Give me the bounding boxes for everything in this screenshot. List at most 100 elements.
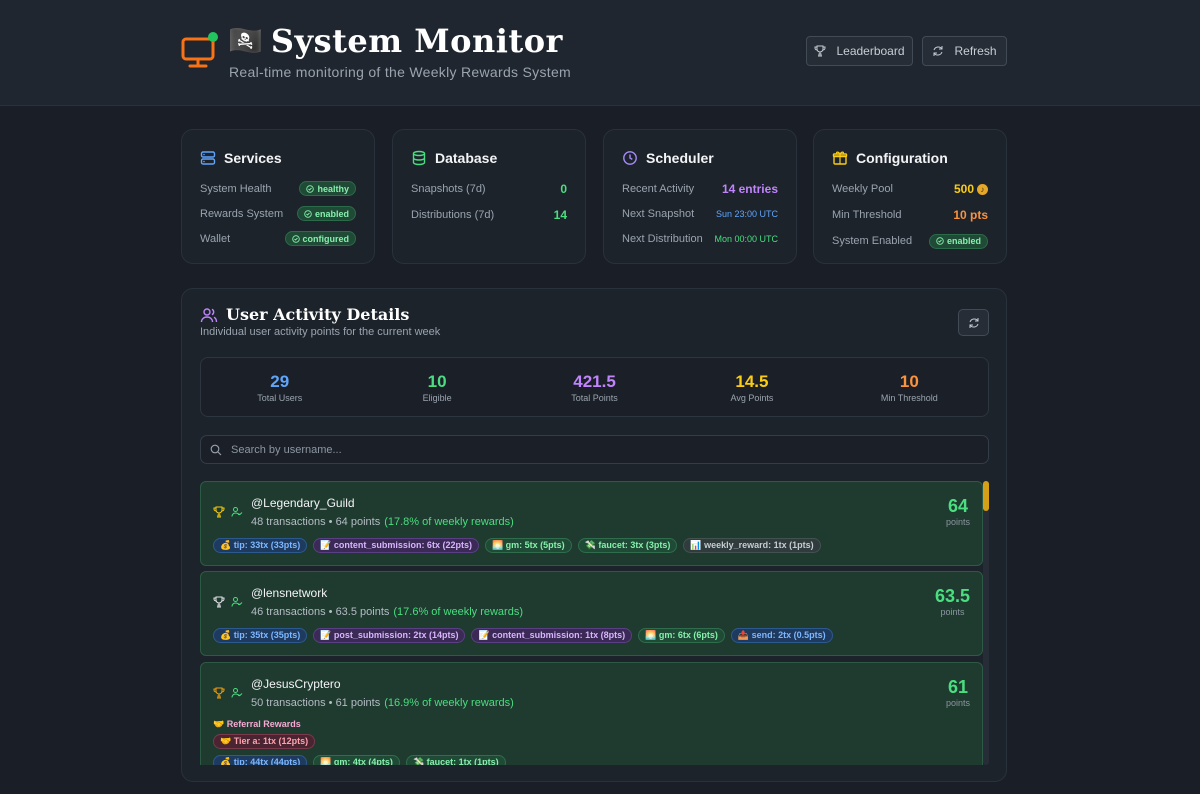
activity-tags: 💰 tip: 44tx (44pts) 🌅 gm: 4tx (4pts) 💸 f…	[213, 755, 506, 765]
trophy-icon	[213, 506, 225, 518]
user-icons	[213, 687, 243, 699]
row-label: Next Snapshot	[622, 207, 695, 220]
top-header: 🏴‍☠️ System Monitor Real-time monitoring…	[0, 0, 1200, 106]
row-label: Recent Activity	[622, 182, 695, 195]
user-points: 64 points	[946, 496, 970, 527]
activity-subtitle: Individual user activity points for the …	[200, 326, 441, 338]
username: @lensnetwork	[251, 586, 328, 600]
database-icon	[412, 150, 426, 166]
leaderboard-button[interactable]: Leaderboard	[806, 36, 913, 66]
search-input[interactable]	[231, 443, 931, 456]
user-card[interactable]: @JesusCryptero 50 transactions • 61 poin…	[200, 662, 983, 765]
activity-tag: 💸 faucet: 3tx (3pts)	[577, 538, 678, 553]
row-label: System Enabled	[832, 235, 913, 247]
user-points-unit: points	[945, 698, 970, 708]
user-icons	[213, 506, 243, 518]
stat-value: 29	[270, 372, 290, 391]
stat-label: Total Users	[257, 393, 303, 403]
refresh-icon	[969, 317, 978, 328]
trophy-icon	[814, 45, 826, 57]
coin-icon: ♪	[977, 183, 988, 195]
stat-value: 10	[427, 372, 447, 391]
status-badge-text: enabled	[946, 236, 981, 246]
scheduler-row-snapshot: Next Snapshot Sun 23:00 UTC	[622, 201, 778, 226]
activity-tag: 🌅 gm: 5tx (5pts)	[484, 538, 572, 553]
config-row-threshold: Min Threshold 10 pts	[832, 202, 988, 228]
database-row-snapshots: Snapshots (7d) 0	[411, 176, 567, 202]
stat-label: Total Points	[571, 393, 618, 403]
stat-min-threshold: 10 Min Threshold	[831, 358, 988, 416]
activity-tags: 💰 tip: 35tx (35pts) 📝 post_submission: 2…	[213, 628, 833, 643]
user-reward-percent: (17.6% of weekly rewards)	[393, 606, 523, 618]
search-icon	[210, 444, 222, 455]
activity-tag: 📤 send: 2tx (0.5pts)	[730, 628, 833, 643]
user-card[interactable]: @Legendary_Guild 48 transactions • 64 po…	[200, 481, 983, 566]
activity-tag: 📝 content_submission: 6tx (22pts)	[313, 538, 479, 553]
user-meta-text: 48 transactions • 64 points	[251, 516, 381, 528]
users-icon	[200, 307, 218, 322]
user-meta: 46 transactions • 63.5 points (17.6% of w…	[251, 606, 523, 618]
row-label: Rewards System	[200, 207, 284, 220]
user-reward-percent: (16.9% of weekly rewards)	[384, 697, 514, 709]
stats-bar: 29 Total Users 10 Eligible 421.5 Total P…	[200, 357, 989, 417]
scheduler-row-activity: Recent Activity 14 entries	[622, 176, 778, 201]
list-scrollbar[interactable]	[983, 481, 989, 765]
check-circle-icon	[291, 234, 300, 243]
status-badge-text: healthy	[317, 183, 349, 194]
activity-tag: 📊 weekly_reward: 1tx (1pts)	[683, 538, 821, 553]
services-row-health: System Health healthy	[200, 176, 356, 201]
status-badge: enabled	[928, 233, 988, 249]
user-card[interactable]: @lensnetwork 46 transactions • 63.5 poin…	[200, 571, 983, 656]
row-value: Sun 23:00 UTC	[715, 208, 778, 219]
status-badge: configured	[284, 231, 356, 246]
row-value: Mon 00:00 UTC	[714, 233, 778, 244]
refresh-button[interactable]: Refresh	[922, 36, 1007, 66]
activity-header: User Activity Details	[200, 305, 409, 324]
user-points-unit: points	[940, 607, 965, 617]
gift-icon	[832, 151, 848, 165]
activity-tag: 💸 faucet: 1tx (1pts)	[405, 755, 506, 765]
services-row-rewards: Rewards System enabled	[200, 201, 356, 226]
referral-rewards-label: 🤝 Referral Rewards	[213, 719, 301, 729]
user-points-unit: points	[945, 517, 970, 527]
activity-tag: 🌅 gm: 4tx (4pts)	[313, 755, 400, 765]
row-label: Min Threshold	[832, 209, 902, 221]
activity-tag: 🌅 gm: 6tx (6pts)	[638, 628, 725, 643]
activity-tag: 💰 tip: 35tx (35pts)	[213, 628, 308, 643]
user-check-icon	[231, 507, 243, 517]
activity-refresh-button[interactable]	[958, 309, 989, 336]
check-circle-icon	[306, 184, 315, 193]
username: @JesusCryptero	[251, 677, 341, 691]
database-title: Database	[411, 150, 567, 166]
row-value: 14 entries	[721, 181, 778, 196]
user-points-value: 64	[947, 496, 968, 516]
services-row-wallet: Wallet configured	[200, 226, 356, 251]
user-reward-percent: (17.8% of weekly rewards)	[384, 516, 514, 528]
referral-tags: 🤝 Tier a: 1tx (12pts)	[213, 734, 316, 749]
row-value: 0	[560, 182, 567, 196]
user-icons	[213, 596, 243, 608]
user-meta-text: 46 transactions • 63.5 points	[251, 606, 390, 618]
monitor-icon	[181, 32, 218, 68]
user-check-icon	[231, 597, 243, 607]
status-badge-text: enabled	[314, 208, 349, 219]
refresh-icon	[933, 46, 943, 56]
server-icon	[200, 151, 216, 165]
stat-value: 421.5	[573, 372, 616, 391]
stat-total-points: 421.5 Total Points	[516, 358, 673, 416]
services-title-text: Services	[224, 150, 282, 166]
username: @Legendary_Guild	[251, 496, 355, 510]
scrollbar-thumb[interactable]	[983, 481, 989, 511]
page-title: System Monitor	[270, 22, 563, 60]
status-badge: enabled	[296, 206, 356, 221]
activity-tag: 📝 content_submission: 1tx (8pts)	[471, 628, 633, 643]
user-check-icon	[231, 688, 243, 698]
user-activity-panel: User Activity Details Individual user ac…	[181, 288, 1007, 782]
status-badge: healthy	[299, 181, 356, 196]
config-row-pool: Weekly Pool 500 ♪	[832, 176, 988, 202]
search-box	[200, 435, 989, 464]
row-value: 10 pts	[953, 208, 988, 222]
user-points-value: 63.5	[934, 586, 970, 606]
status-badge-text: configured	[302, 233, 350, 244]
activity-tag: 📝 post_submission: 2tx (14pts)	[313, 628, 466, 643]
